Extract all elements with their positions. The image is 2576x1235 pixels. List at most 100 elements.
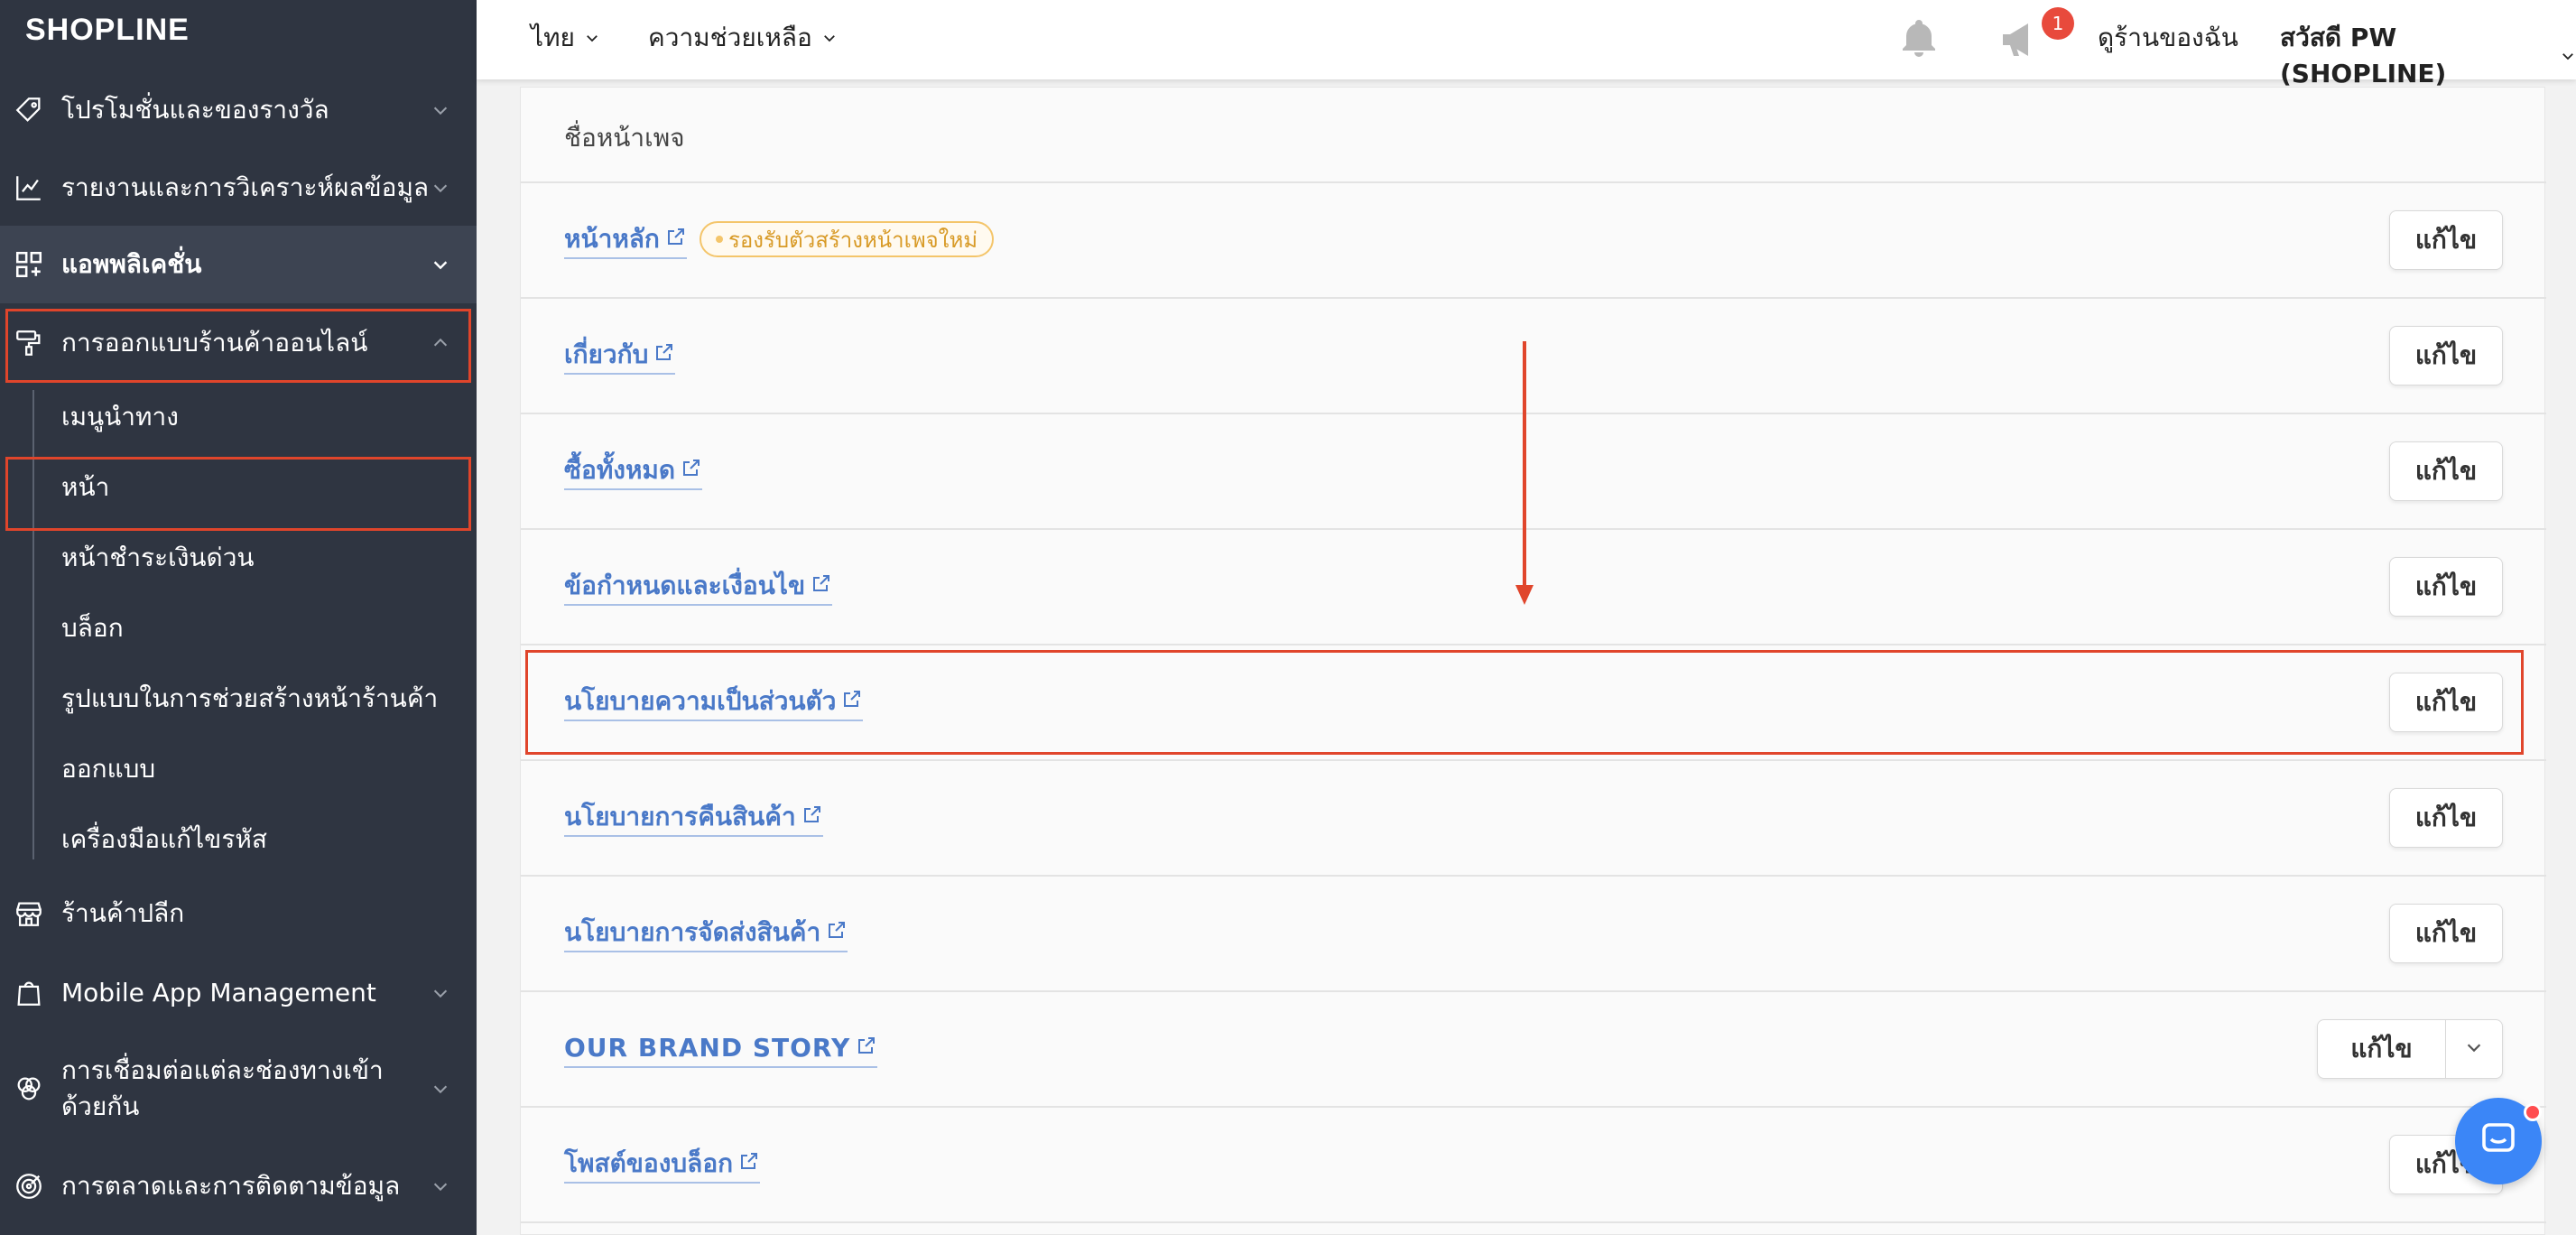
- annotation-arrow-head: [1515, 585, 1534, 605]
- external-link-icon: [826, 916, 848, 949]
- table-row: ซื้อทั้งหมด แก้ไข: [521, 414, 2546, 530]
- tag-dot-icon: [716, 236, 723, 243]
- sidebar-item-label: รายงานและการวิเคราะห์ผลข้อมูล: [61, 172, 430, 202]
- store-icon: [13, 897, 45, 930]
- page-name: ซื้อทั้งหมด: [564, 455, 676, 485]
- sidebar-item-label: โปรโมชั่นและของรางวัล: [61, 95, 329, 125]
- shopline-logo[interactable]: SHOPLINE: [25, 13, 190, 48]
- table-row: หน้าหลัก รองรับตัวสร้างหน้าเพจใหม่ แก้ไข: [521, 183, 2546, 299]
- submenu-item-design[interactable]: ออกแบบ: [61, 751, 155, 787]
- chat-unread-dot: [2524, 1103, 2542, 1121]
- edit-button[interactable]: แก้ไข: [2389, 326, 2503, 385]
- top-bar: ไทย ความช่วยเหลือ 1 ดูร้านของฉัน สวัสดี …: [477, 0, 2576, 88]
- tag-icon: [13, 94, 45, 126]
- language-selector[interactable]: ไทย: [531, 20, 600, 56]
- annotation-arrow-line: [1523, 341, 1526, 589]
- submenu-item-page-templates[interactable]: รูปแบบในการช่วยสร้างหน้าร้านค้า: [61, 681, 438, 717]
- chevron-down-icon: [428, 1076, 453, 1101]
- page-name: เกี่ยวกับ: [564, 339, 649, 369]
- page-name: นโยบายการคืนสินค้า: [564, 802, 796, 831]
- submenu-item-express-checkout[interactable]: หน้าชำระเงินด่วน: [61, 540, 255, 576]
- external-link-icon: [738, 1147, 760, 1180]
- edit-button[interactable]: แก้ไข: [2389, 557, 2503, 617]
- sidebar-item-label: Mobile App Management: [61, 978, 376, 1008]
- chevron-down-icon: [821, 20, 838, 56]
- new-page-builder-tag: รองรับตัวสร้างหน้าเพจใหม่: [700, 221, 995, 257]
- submenu-item-code-editor[interactable]: เครื่องมือแก้ไขรหัส: [61, 822, 267, 858]
- highlight-box-store-design: [5, 309, 471, 383]
- table-row: นโยบายการจัดส่งสินค้า แก้ไข: [521, 877, 2546, 992]
- chart-icon: [13, 172, 45, 204]
- external-link-icon: [811, 570, 832, 602]
- highlight-box-privacy-row: [525, 650, 2524, 755]
- edit-button[interactable]: แก้ไข: [2389, 210, 2503, 270]
- notification-badge: 1: [2042, 7, 2074, 40]
- chevron-down-icon: [584, 20, 600, 56]
- sidebar-item-label: การตลาดและการติดตามข้อมูล: [61, 1171, 401, 1201]
- bell-icon[interactable]: [1897, 16, 1941, 60]
- edit-button[interactable]: แก้ไข: [2389, 904, 2503, 963]
- help-label: ความช่วยเหลือ: [648, 23, 812, 52]
- sidebar: SHOPLINE โปรโมชั่นและของรางวัล รายงานและ…: [0, 0, 477, 1235]
- user-greeting: สวัสดี PW (SHOPLINE): [2280, 23, 2447, 88]
- page-name: ข้อกำหนดและเงื่อนไข: [564, 571, 806, 600]
- sidebar-item-channels[interactable]: การเชื่อมต่อแต่ละช่องทางเข้าด้วยกัน: [0, 1051, 477, 1127]
- view-store-link[interactable]: ดูร้านของฉัน: [2098, 20, 2238, 56]
- more-options-dropdown[interactable]: [2446, 1020, 2502, 1078]
- external-link-icon: [802, 801, 823, 833]
- column-header-page-name: ชื่อหน้าเพจ: [564, 123, 685, 153]
- page-name: หน้าหลัก: [564, 224, 660, 254]
- page-link-blog-posts[interactable]: โพสต์ของบล็อก: [564, 1147, 761, 1184]
- table-header: ชื่อหน้าเพจ: [521, 88, 2546, 183]
- sidebar-item-apps[interactable]: แอพพลิเคชั่น: [0, 226, 477, 303]
- page-link-home[interactable]: หน้าหลัก: [564, 223, 687, 259]
- chevron-down-icon: [428, 175, 453, 200]
- submenu-item-blog[interactable]: บล็อก: [61, 610, 124, 646]
- table-row: นโยบายการคืนสินค้า แก้ไข: [521, 761, 2546, 877]
- sidebar-item-reports[interactable]: รายงานและการวิเคราะห์ผลข้อมูล: [0, 168, 477, 208]
- table-row: OUR BRAND STORY แก้ไข: [521, 992, 2546, 1108]
- page-link-our-brand-story[interactable]: OUR BRAND STORY: [564, 1032, 878, 1068]
- edit-button[interactable]: แก้ไข: [2318, 1020, 2446, 1078]
- page-link-return-policy[interactable]: นโยบายการคืนสินค้า: [564, 801, 823, 837]
- edit-button[interactable]: แก้ไข: [2389, 441, 2503, 501]
- page-link-about[interactable]: เกี่ยวกับ: [564, 339, 676, 375]
- sidebar-item-mobile-app[interactable]: Mobile App Management: [0, 973, 477, 1013]
- help-menu[interactable]: ความช่วยเหลือ: [648, 20, 838, 56]
- chevron-down-icon: [428, 252, 453, 277]
- table-row: ข้อกำหนดและเงื่อนไข แก้ไข: [521, 530, 2546, 645]
- channels-icon: [13, 1072, 45, 1105]
- chevron-down-icon: [428, 1174, 453, 1199]
- external-link-icon: [681, 454, 702, 487]
- page-name: OUR BRAND STORY: [564, 1033, 851, 1063]
- sidebar-item-promotions[interactable]: โปรโมชั่นและของรางวัล: [0, 90, 477, 130]
- user-menu[interactable]: สวัสดี PW (SHOPLINE): [2280, 20, 2576, 92]
- table-row: โพสต์ของบล็อก แก้ไข: [521, 1108, 2546, 1223]
- page-link-terms[interactable]: ข้อกำหนดและเงื่อนไข: [564, 570, 833, 606]
- language-label: ไทย: [531, 23, 575, 52]
- sidebar-item-label: การเชื่อมต่อแต่ละช่องทางเข้าด้วยกัน: [61, 1055, 384, 1121]
- view-store-label: ดูร้านของฉัน: [2098, 23, 2238, 52]
- shopping-bag-icon: [13, 977, 45, 1009]
- sidebar-item-marketing[interactable]: การตลาดและการติดตามข้อมูล: [0, 1166, 477, 1206]
- tag-label: รองรับตัวสร้างหน้าเพจใหม่: [728, 227, 978, 253]
- chevron-down-icon: [428, 98, 453, 123]
- chevron-down-icon: [2560, 38, 2576, 74]
- sidebar-item-retail-store[interactable]: ร้านค้าปลีก: [0, 894, 477, 933]
- sidebar-item-label: แอพพลิเคชั่น: [61, 249, 202, 279]
- page-link-shop-all[interactable]: ซื้อทั้งหมด: [564, 454, 703, 490]
- submenu-item-navigation[interactable]: เมนูนำทาง: [61, 399, 179, 435]
- table-row: เกี่ยวกับ แก้ไข: [521, 299, 2546, 414]
- chevron-down-icon: [2464, 1037, 2484, 1061]
- page-name: นโยบายการจัดส่งสินค้า: [564, 917, 821, 947]
- chevron-down-icon: [428, 980, 453, 1006]
- external-link-icon: [665, 223, 687, 255]
- highlight-box-pages: [5, 457, 471, 531]
- apps-grid-icon: [13, 248, 45, 281]
- edit-button[interactable]: แก้ไข: [2389, 788, 2503, 848]
- external-link-icon: [856, 1032, 877, 1064]
- external-link-icon: [653, 339, 675, 371]
- page-link-shipping-policy[interactable]: นโยบายการจัดส่งสินค้า: [564, 916, 848, 952]
- target-icon: [13, 1170, 45, 1202]
- megaphone-icon[interactable]: [1997, 18, 2045, 61]
